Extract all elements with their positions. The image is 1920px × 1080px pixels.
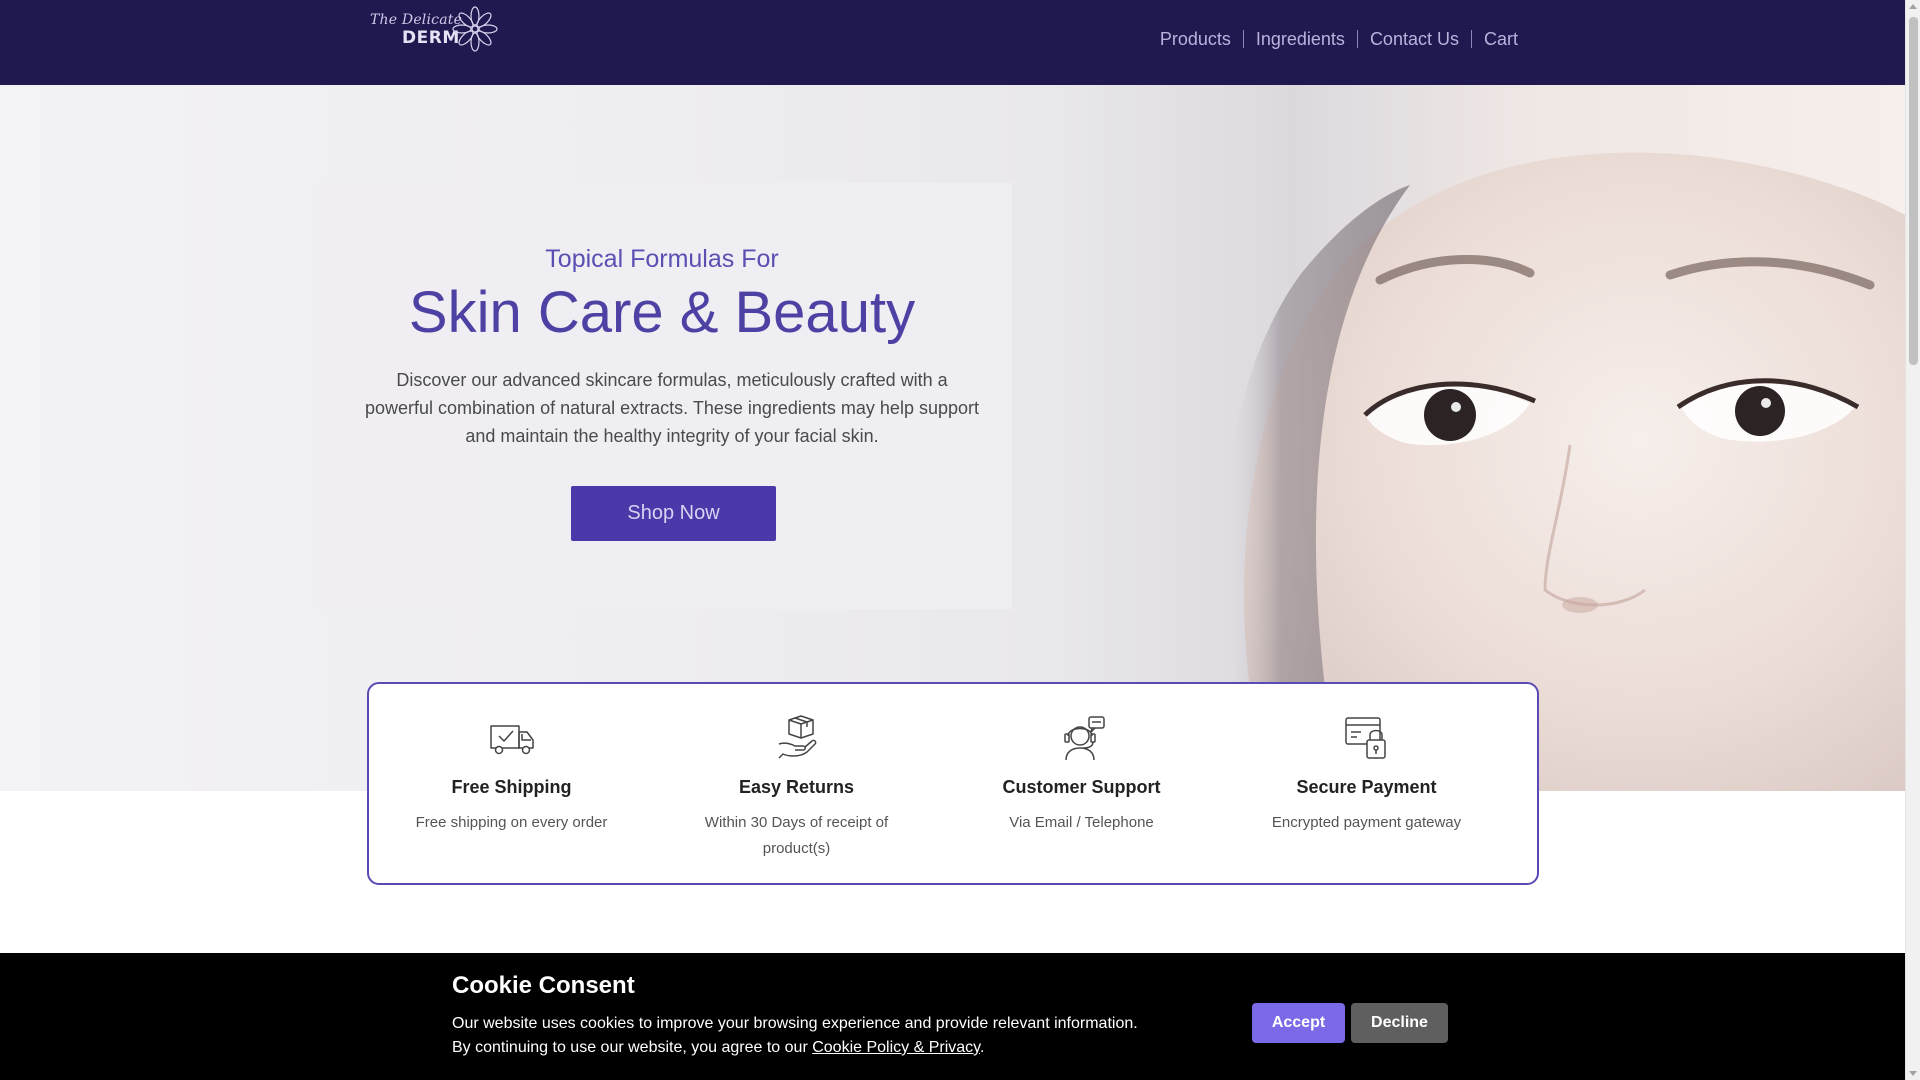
secure-payment-icon bbox=[1344, 717, 1386, 759]
scroll-thumb[interactable] bbox=[1909, 17, 1918, 365]
shop-now-button[interactable]: Shop Now bbox=[571, 486, 776, 541]
site-header: The Delicate DERM Products Ingredients C… bbox=[0, 0, 1905, 85]
cookie-text-line2-suffix: . bbox=[979, 1039, 985, 1056]
cookie-message: Our website uses cookies to improve your… bbox=[452, 1012, 1212, 1060]
feature-title: Free Shipping bbox=[451, 777, 572, 797]
feature-description: Free shipping on every order bbox=[415, 814, 608, 831]
customer-support-icon bbox=[1063, 716, 1105, 761]
accept-button[interactable]: Accept bbox=[1252, 1003, 1345, 1043]
cookie-text-line1: Our website uses cookies to improve your… bbox=[452, 1015, 1138, 1032]
flower-icon bbox=[452, 6, 498, 52]
nav-products[interactable]: Products bbox=[1148, 30, 1243, 48]
cookie-policy-link[interactable]: Cookie Policy & Privacy bbox=[812, 1039, 980, 1056]
scroll-down-arrow-icon[interactable] bbox=[1909, 1071, 1917, 1076]
feature-item: Free Shipping Free shipping on every ord… bbox=[369, 684, 654, 883]
feature-item: Easy Returns Within 30 Days of receipt o… bbox=[654, 684, 939, 883]
feature-description: Within 30 Days of receipt of product(s) bbox=[704, 814, 889, 857]
feature-item: Secure Payment Encrypted payment gateway bbox=[1224, 684, 1509, 883]
hero-description: Discover our advanced skincare formulas,… bbox=[364, 370, 979, 446]
decline-button[interactable]: Decline bbox=[1351, 1003, 1448, 1043]
hero-title: Skin Care & Beauty bbox=[408, 280, 916, 345]
nav-cart[interactable]: Cart bbox=[1470, 30, 1530, 48]
features-panel: Free Shipping Free shipping on every ord… bbox=[367, 682, 1539, 885]
main-nav: Products Ingredients Contact Us Cart bbox=[1148, 30, 1530, 48]
nav-contact-us[interactable]: Contact Us bbox=[1356, 30, 1471, 48]
feature-title: Customer Support bbox=[1002, 777, 1161, 797]
feature-title: Easy Returns bbox=[738, 777, 855, 797]
cookie-consent-banner: Cookie Consent Our website uses cookies … bbox=[0, 953, 1905, 1080]
feature-description: Via Email / Telephone bbox=[1009, 814, 1154, 831]
box-return-icon bbox=[777, 715, 816, 759]
brand-logo[interactable]: The Delicate DERM bbox=[368, 6, 498, 52]
hero-card: Topical Formulas For Skin Care & Beauty … bbox=[312, 183, 1012, 609]
hero-subtitle: Topical Formulas For bbox=[545, 245, 779, 273]
feature-description: Encrypted payment gateway bbox=[1271, 814, 1462, 831]
cookie-title: Cookie Consent bbox=[452, 972, 635, 999]
scroll-up-arrow-icon[interactable] bbox=[1909, 4, 1917, 9]
cookie-text-line2-prefix: By continuing to use our website, you ag… bbox=[452, 1039, 813, 1056]
nav-ingredients[interactable]: Ingredients bbox=[1242, 30, 1357, 48]
page-scrollbar[interactable] bbox=[1905, 0, 1920, 1080]
feature-item: Customer Support Via Email / Telephone bbox=[939, 684, 1224, 883]
delivery-truck-icon bbox=[489, 725, 534, 755]
logo-script-text: The Delicate bbox=[370, 12, 463, 28]
feature-title: Secure Payment bbox=[1296, 777, 1437, 797]
